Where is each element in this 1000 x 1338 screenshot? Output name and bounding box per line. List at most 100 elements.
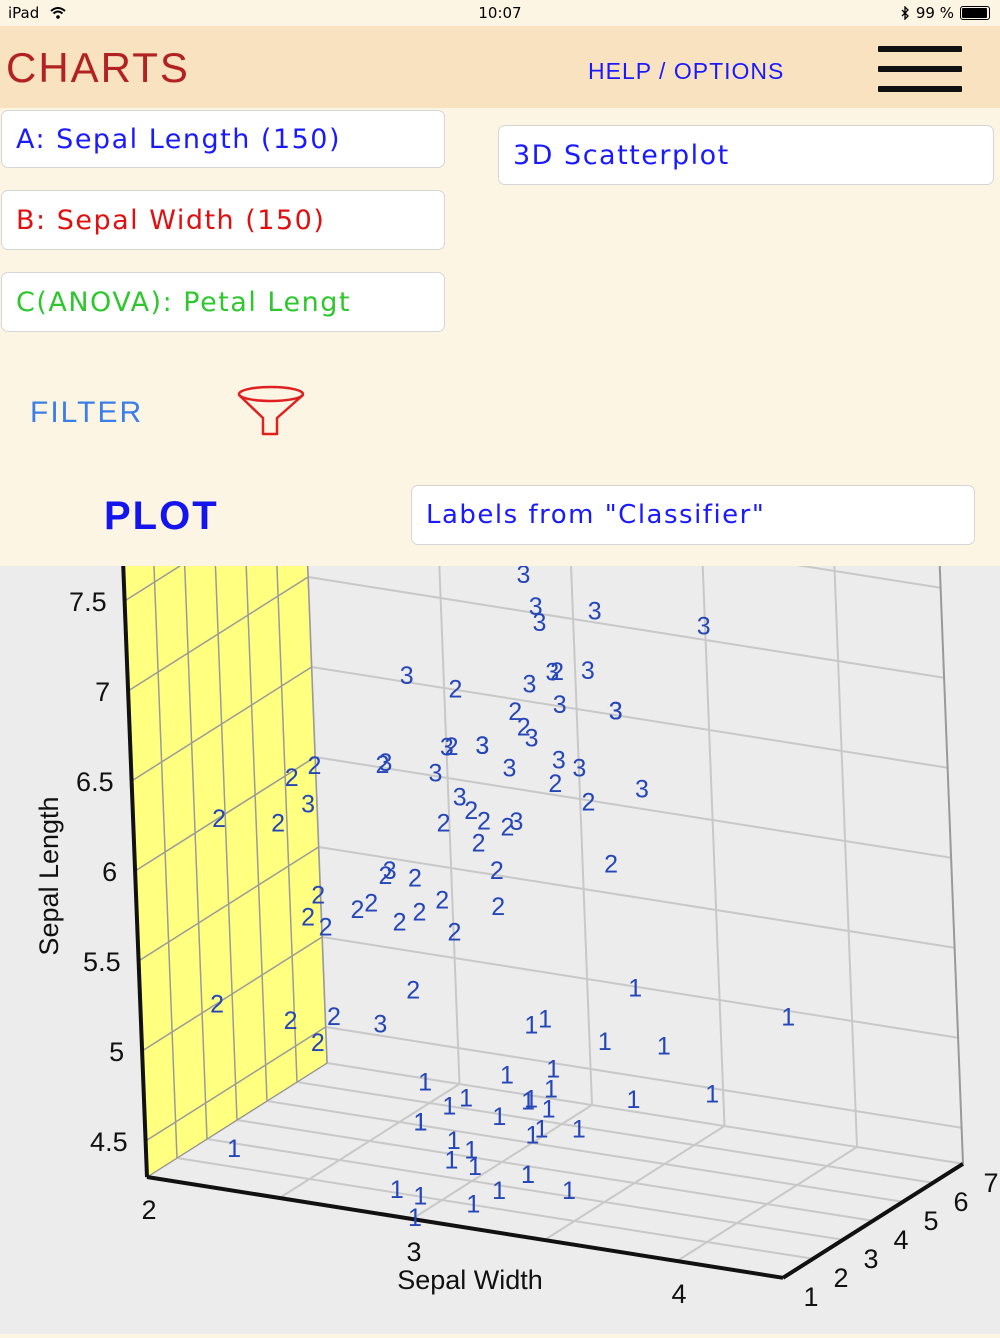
y-tick-label: 4.5 <box>90 1127 128 1157</box>
data-point-label: 2 <box>550 658 564 686</box>
variable-b-selector[interactable]: B: Sepal Width (150) <box>1 190 445 250</box>
data-point-label: 2 <box>364 890 378 918</box>
battery-percent: 99 % <box>915 4 954 22</box>
help-options-link[interactable]: HELP / OPTIONS <box>588 58 784 85</box>
data-point-label: 2 <box>327 1003 341 1031</box>
data-point-label: 2 <box>311 1029 325 1057</box>
data-point-label: 3 <box>553 691 567 719</box>
data-point-label: 2 <box>285 764 299 792</box>
variable-c-selector[interactable]: C(ANOVA): Petal Lengt <box>1 272 445 332</box>
x-axis-label: Sepal Width <box>397 1265 543 1295</box>
data-point-label: 2 <box>284 1007 298 1035</box>
grid-line <box>304 486 941 589</box>
data-point-label: 1 <box>657 1033 671 1061</box>
data-point-label: 2 <box>308 752 322 780</box>
data-point-label: 1 <box>598 1028 612 1056</box>
left-wall <box>121 414 328 1178</box>
data-point-label: 3 <box>429 759 443 787</box>
x-tick-label: 3 <box>406 1237 421 1267</box>
data-point-label: 1 <box>524 1012 538 1040</box>
filter-button[interactable]: FILTER <box>30 396 143 430</box>
data-point-label: 2 <box>319 914 333 942</box>
data-point-label: 2 <box>435 887 449 915</box>
data-point-label: 2 <box>311 881 325 909</box>
data-point-label: 1 <box>500 1061 514 1089</box>
app-header: CHARTS HELP / OPTIONS <box>0 26 1000 108</box>
y-tick-label: 7 <box>95 677 110 707</box>
x-tick-label: 4 <box>671 1279 686 1309</box>
data-point-label: 3 <box>572 755 586 783</box>
data-point-label: 1 <box>705 1081 719 1109</box>
data-point-label: 2 <box>582 788 596 816</box>
grid-line <box>314 756 952 859</box>
data-point-label: 2 <box>408 865 422 893</box>
data-point-label: 2 <box>490 857 504 885</box>
data-point-label: 1 <box>390 1176 404 1204</box>
z-tick-label: 6 <box>953 1187 968 1217</box>
y-tick-label: 6.5 <box>76 767 114 797</box>
data-point-label: 2 <box>517 714 531 742</box>
variable-a-selector[interactable]: A: Sepal Length (150) <box>1 110 445 168</box>
grid-line <box>318 846 955 949</box>
data-point-label: 1 <box>418 1069 432 1097</box>
data-point-label: 2 <box>491 893 505 921</box>
data-point-label: 3 <box>635 775 649 803</box>
data-point-label: 2 <box>548 770 562 798</box>
data-point-label: 2 <box>350 896 364 924</box>
status-bar: iPad 10:07 99 % <box>0 0 1000 26</box>
page-title: CHARTS <box>6 44 190 91</box>
scatter-3d-chart: 4.555.566.577.5234 1234567 33333333333333… <box>34 414 999 1312</box>
data-point-label: 1 <box>626 1086 640 1114</box>
data-point-label: 3 <box>609 697 623 725</box>
grid-line <box>698 477 726 1127</box>
plot-button[interactable]: PLOT <box>104 494 219 539</box>
funnel-icon[interactable] <box>236 384 308 440</box>
data-point-label: 2 <box>604 850 618 878</box>
data-point-label: 3 <box>400 662 414 690</box>
data-point-label: 2 <box>271 809 285 837</box>
data-point-label: 1 <box>227 1135 241 1163</box>
data-point-label: 2 <box>447 918 461 946</box>
z-tick-label: 7 <box>983 1168 998 1198</box>
menu-icon[interactable] <box>878 46 962 92</box>
data-point-label: 2 <box>376 751 390 779</box>
y-tick-label: 7.5 <box>69 587 107 617</box>
data-point-label: 1 <box>408 1204 422 1232</box>
grid-line <box>565 456 593 1106</box>
data-point-label: 3 <box>483 566 497 571</box>
data-point-label: 3 <box>697 612 711 640</box>
data-point-label: 2 <box>210 991 224 1019</box>
data-point-label: 3 <box>588 597 602 625</box>
data-point-label: 1 <box>572 1116 586 1144</box>
data-point-label: 1 <box>492 1177 506 1205</box>
z-tick-label: 1 <box>803 1282 818 1312</box>
y-axis-label: Sepal Length <box>34 796 64 955</box>
data-point-label: 2 <box>437 810 451 838</box>
bluetooth-icon <box>901 6 909 20</box>
data-point-label: 2 <box>212 805 226 833</box>
frame-line <box>936 515 964 1164</box>
data-point-label: 1 <box>492 1103 506 1131</box>
data-point-label: 2 <box>393 909 407 937</box>
x-tick-label: 2 <box>141 1195 156 1225</box>
z-tick-label: 5 <box>923 1206 938 1236</box>
data-point-label: 3 <box>517 566 531 589</box>
data-point-label: 2 <box>472 829 486 857</box>
battery-icon <box>960 6 990 20</box>
data-point-label: 2 <box>379 862 393 890</box>
labels-selector[interactable]: Labels from "Classifier" <box>411 485 975 545</box>
data-point-label: 1 <box>562 1177 576 1205</box>
z-tick-label: 3 <box>863 1244 878 1274</box>
data-point-label: 1 <box>459 1085 473 1113</box>
data-point-label: 2 <box>449 675 463 703</box>
wall-layer <box>121 414 328 1178</box>
y-tick-label: 5 <box>109 1037 124 1067</box>
data-point-label: 3 <box>529 593 543 621</box>
status-time: 10:07 <box>478 4 522 22</box>
data-point-label: 3 <box>581 657 595 685</box>
data-point-label: 1 <box>781 1003 795 1031</box>
chart-type-selector[interactable]: 3D Scatterplot <box>498 125 994 185</box>
data-point-label: 1 <box>521 1161 535 1189</box>
data-point-label: 3 <box>475 732 489 760</box>
data-point-label: 1 <box>538 1005 552 1033</box>
